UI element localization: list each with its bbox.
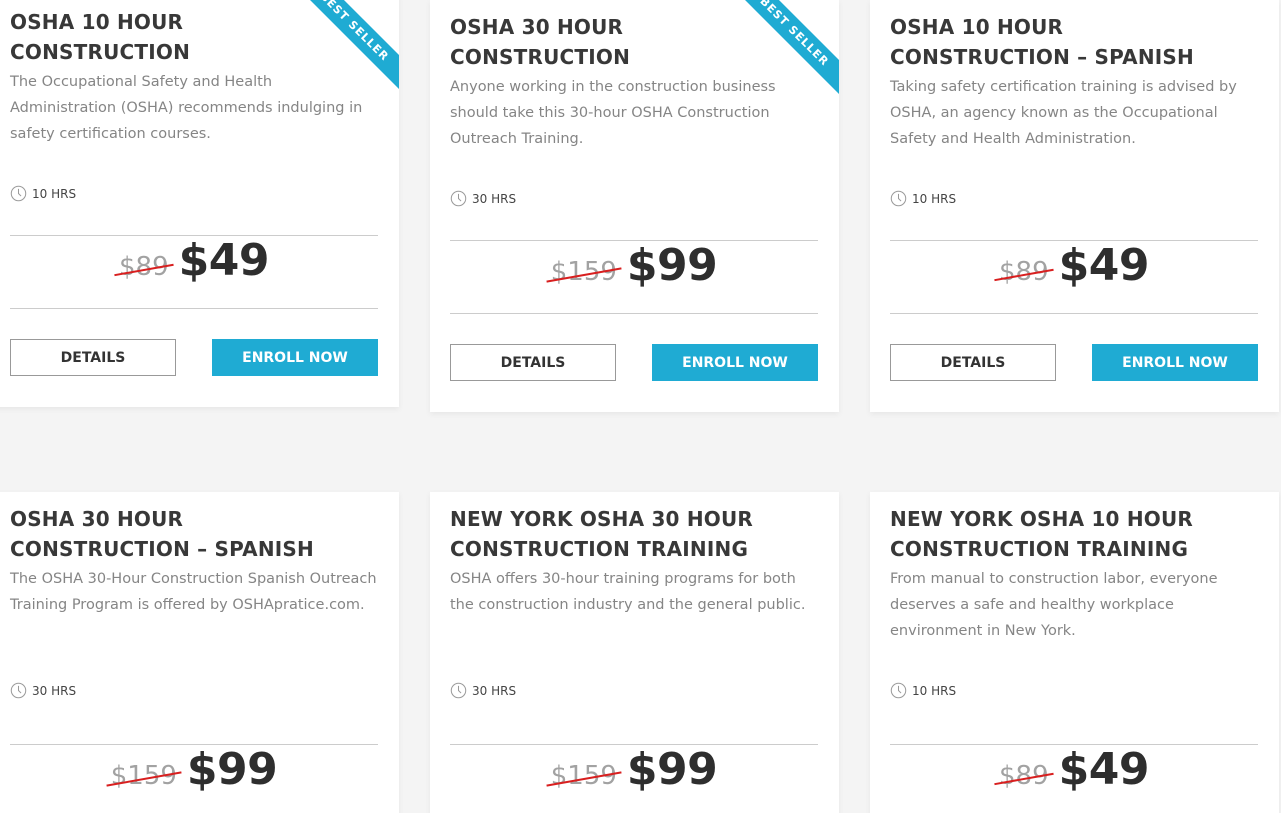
course-hours: 30 HRS <box>32 683 77 698</box>
sale-price: $99 <box>626 744 718 795</box>
course-title: OSHA 10 HOUR CONSTRUCTION <box>10 10 191 64</box>
course-description: The OSHA 30-Hour Construction Spanish Ou… <box>10 571 377 613</box>
course-duration: 30 HRS <box>10 682 76 699</box>
course-hours: 10 HRS <box>912 683 957 698</box>
clock-icon <box>890 682 907 699</box>
course-card: BEST SELLER OSHA 10 HOUR CONSTRUCTION Th… <box>0 0 399 407</box>
course-grid: BEST SELLER OSHA 10 HOUR CONSTRUCTION Th… <box>0 0 1281 813</box>
price-block: $159 $99 <box>450 240 818 291</box>
clock-icon <box>450 682 467 699</box>
divider <box>10 308 378 309</box>
price-block: $89 $49 <box>890 240 1258 291</box>
price-block: $89 $49 <box>10 235 378 286</box>
sale-price: $99 <box>626 240 718 291</box>
course-card: OSHA 30 HOUR CONSTRUCTION – SPANISH The … <box>0 492 399 813</box>
divider <box>450 313 818 314</box>
clock-icon <box>890 190 907 207</box>
course-title: NEW YORK OSHA 30 HOUR CONSTRUCTION TRAIN… <box>450 507 754 561</box>
course-duration: 10 HRS <box>890 190 956 207</box>
price-block: $89 $49 <box>890 744 1258 795</box>
sale-price: $49 <box>178 235 270 286</box>
course-title: OSHA 30 HOUR CONSTRUCTION <box>450 15 631 69</box>
clock-icon <box>450 190 467 207</box>
course-title: OSHA 30 HOUR CONSTRUCTION – SPANISH <box>10 507 314 561</box>
course-hours: 30 HRS <box>472 683 517 698</box>
course-description: Anyone working in the construction busin… <box>450 79 776 147</box>
original-price: $159 <box>550 761 617 791</box>
price-block: $159 $99 <box>10 744 378 795</box>
course-title: OSHA 10 HOUR CONSTRUCTION – SPANISH <box>890 15 1194 69</box>
course-card: BEST SELLER OSHA 30 HOUR CONSTRUCTION An… <box>430 0 839 412</box>
course-description: From manual to construction labor, every… <box>890 571 1218 639</box>
original-price: $89 <box>999 761 1049 791</box>
course-description: The Occupational Safety and Health Admin… <box>10 74 363 142</box>
enroll-now-button[interactable]: ENROLL NOW <box>1092 344 1258 381</box>
course-description: Taking safety certification training is … <box>890 79 1237 147</box>
course-card: NEW YORK OSHA 10 HOUR CONSTRUCTION TRAIN… <box>870 492 1279 813</box>
clock-icon <box>10 185 27 202</box>
course-card: NEW YORK OSHA 30 HOUR CONSTRUCTION TRAIN… <box>430 492 839 813</box>
details-button[interactable]: DETAILS <box>890 344 1056 381</box>
enroll-now-button[interactable]: ENROLL NOW <box>212 339 378 376</box>
enroll-now-button[interactable]: ENROLL NOW <box>652 344 818 381</box>
course-duration: 30 HRS <box>450 682 516 699</box>
details-button[interactable]: DETAILS <box>10 339 176 376</box>
course-description: OSHA offers 30-hour training programs fo… <box>450 571 806 613</box>
sale-price: $49 <box>1058 240 1150 291</box>
original-price: $89 <box>999 257 1049 287</box>
sale-price: $49 <box>1058 744 1150 795</box>
course-hours: 10 HRS <box>912 191 957 206</box>
details-button[interactable]: DETAILS <box>450 344 616 381</box>
course-duration: 10 HRS <box>10 185 76 202</box>
course-hours: 10 HRS <box>32 186 77 201</box>
price-block: $159 $99 <box>450 744 818 795</box>
divider <box>890 313 1258 314</box>
course-duration: 30 HRS <box>450 190 516 207</box>
original-price: $159 <box>110 761 177 791</box>
sale-price: $99 <box>186 744 278 795</box>
clock-icon <box>10 682 27 699</box>
original-price: $89 <box>119 252 169 282</box>
course-title: NEW YORK OSHA 10 HOUR CONSTRUCTION TRAIN… <box>890 507 1194 561</box>
course-card: OSHA 10 HOUR CONSTRUCTION – SPANISH Taki… <box>870 0 1279 412</box>
original-price: $159 <box>550 257 617 287</box>
course-duration: 10 HRS <box>890 682 956 699</box>
course-hours: 30 HRS <box>472 191 517 206</box>
